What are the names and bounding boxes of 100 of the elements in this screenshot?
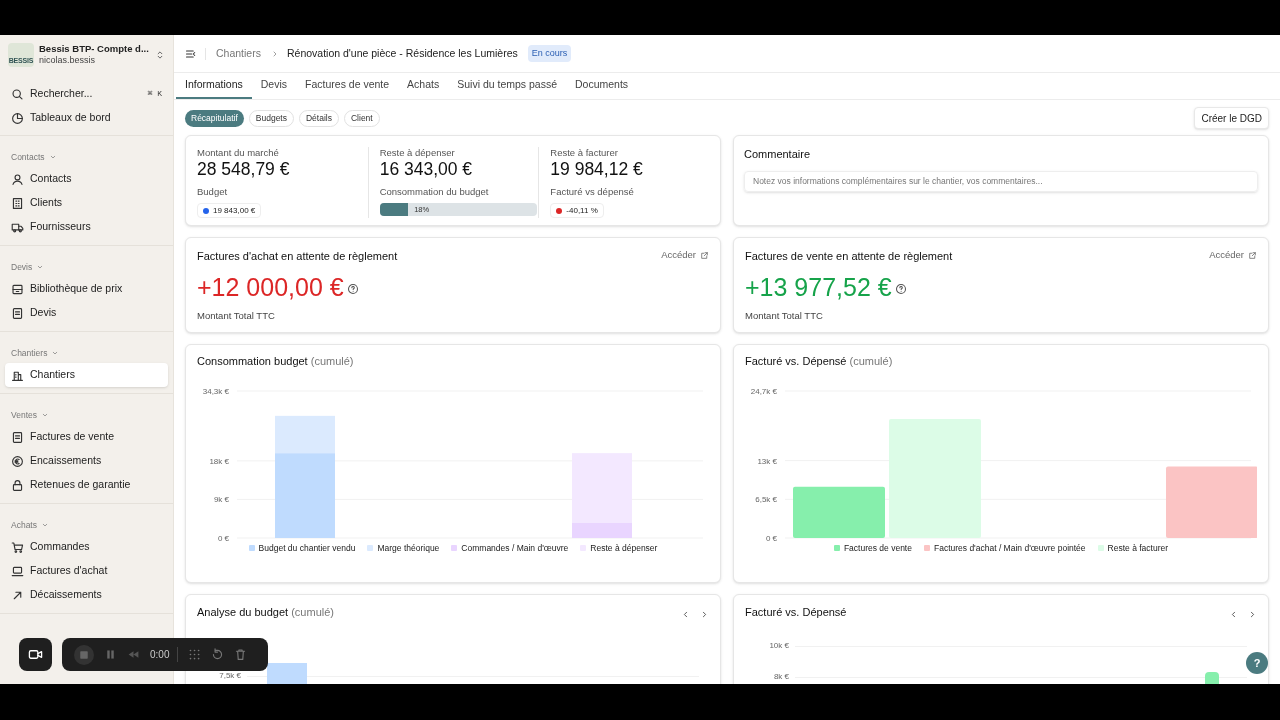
chevron-down-icon xyxy=(41,411,49,419)
sidebar-item[interactable]: Clients xyxy=(5,191,168,215)
section-header[interactable]: Chantiers xyxy=(0,345,173,361)
lock-icon xyxy=(11,478,24,492)
previous-button[interactable] xyxy=(681,610,690,620)
filter-pill[interactable]: Récapitulatif xyxy=(185,109,244,127)
breadcrumb-link[interactable]: Chantiers xyxy=(216,45,261,62)
external-link-icon xyxy=(700,250,709,260)
tab[interactable]: Factures de vente xyxy=(296,73,399,99)
camera-button[interactable] xyxy=(19,638,52,671)
metric-label: Reste à dépenser xyxy=(379,147,456,159)
document-icon xyxy=(11,306,24,320)
sidebar-item[interactable]: Factures de vente xyxy=(5,425,168,449)
workspace-switcher[interactable] xyxy=(155,50,165,60)
previous-button[interactable] xyxy=(1229,610,1238,620)
section-header[interactable]: Devis xyxy=(0,259,173,275)
user-name: nicolas.bessis xyxy=(39,55,97,67)
next-button[interactable] xyxy=(1248,610,1257,620)
access-link[interactable]: Accéder xyxy=(1209,248,1257,263)
comment-field[interactable]: Notez vos informations complémentaires sur le chantier, vos commentaires... xyxy=(744,170,1258,192)
card-title: Commentaire xyxy=(744,147,812,162)
laptop-icon xyxy=(11,564,24,578)
metric-label: Montant du marché xyxy=(197,147,280,159)
axis-label: 6,5k € xyxy=(755,494,777,504)
euro-icon xyxy=(11,454,24,468)
card-title: Facturé vs. Dépensé xyxy=(745,605,847,620)
amount-value: +13 977,52 € xyxy=(745,274,892,300)
chevron-down-icon xyxy=(51,349,60,357)
legend-label: Factures de vente xyxy=(843,541,912,555)
card-title: Factures de vente en attente de règlement xyxy=(745,249,953,264)
axis-label: 0 € xyxy=(217,533,229,543)
shortcut-hint: ⌘ K xyxy=(147,88,162,100)
metric-label: Budget xyxy=(197,184,229,199)
pause-button[interactable] xyxy=(104,648,117,661)
tag-text: -40,11 % xyxy=(566,204,598,217)
axis-label: 7,5k € xyxy=(218,670,241,681)
chevron-left-icon xyxy=(1229,610,1238,620)
video-camera-icon xyxy=(28,647,43,662)
search-icon xyxy=(11,87,24,101)
sidebar-item[interactable]: Décaissements xyxy=(5,583,168,607)
tab[interactable]: Documents xyxy=(566,73,638,99)
document-icon xyxy=(11,430,24,444)
pause-icon xyxy=(104,648,117,661)
axis-label: 8k € xyxy=(772,671,789,682)
filter-pill[interactable]: Budgets xyxy=(248,109,294,127)
chevrons-icon xyxy=(155,50,165,60)
sidebar-item[interactable]: Devis xyxy=(5,301,168,325)
help-icon xyxy=(346,283,359,295)
tab[interactable]: Informations xyxy=(176,73,252,99)
grid-button[interactable] xyxy=(188,648,202,661)
section-header[interactable]: Ventes xyxy=(0,407,173,423)
axis-label: 34,3k € xyxy=(202,386,229,396)
sidebar-item[interactable]: Chantiers xyxy=(5,363,168,387)
person-icon xyxy=(11,172,24,186)
sidebar-item[interactable]: Retenues de garantie xyxy=(5,473,168,497)
card-title: Consommation budget (cumulé) xyxy=(197,354,355,369)
sidebar-item[interactable]: Tableaux de bord xyxy=(0,106,173,130)
chevron-down-icon xyxy=(36,263,45,271)
axis-label: 18k € xyxy=(209,456,229,466)
create-dgd-button[interactable]: Créer le DGD xyxy=(1194,107,1269,129)
chevron-left-icon xyxy=(681,610,690,620)
legend-label: Reste à facturer xyxy=(1107,541,1169,555)
sidebar-item[interactable]: Factures d'achat xyxy=(5,559,168,583)
metric-label: Facturé vs dépensé xyxy=(550,184,635,199)
axis-label: 10k € xyxy=(768,640,789,651)
metric-value: 28 548,79 € xyxy=(197,158,291,181)
help-icon xyxy=(894,283,907,295)
restart-button[interactable] xyxy=(211,648,225,661)
delete-button[interactable] xyxy=(234,648,248,661)
sidebar-item[interactable]: Encaissements xyxy=(5,449,168,473)
tab[interactable]: Suivi du temps passé xyxy=(448,73,566,99)
restart-icon xyxy=(211,648,225,661)
rewind-icon xyxy=(127,648,140,661)
sidebar-item[interactable]: Fournisseurs xyxy=(5,215,168,239)
tab[interactable]: Achats xyxy=(398,73,449,99)
filter-pill[interactable]: Client xyxy=(343,109,380,127)
menu-icon xyxy=(185,47,197,60)
legend-label: Factures d'achat / Main d'œuvre pointée xyxy=(933,541,1086,555)
axis-label: 24,7k € xyxy=(750,386,777,396)
sidebar-toggle-button[interactable] xyxy=(185,47,206,60)
legend-label: Reste à dépenser xyxy=(590,541,658,555)
external-link-icon xyxy=(1248,250,1257,260)
tab[interactable]: Devis xyxy=(251,73,297,99)
chevron-down-icon xyxy=(41,521,49,529)
drawer-icon xyxy=(11,282,24,296)
sidebar-item[interactable]: Bibliothèque de prix xyxy=(5,277,168,301)
section-header[interactable]: Contacts xyxy=(0,149,173,165)
metric-value: 19 984,12 € xyxy=(550,158,644,181)
sidebar-item[interactable]: Commandes xyxy=(5,535,168,559)
search-button[interactable]: Rechercher... ⌘ K xyxy=(0,82,173,106)
section-header[interactable]: Achats xyxy=(0,517,173,533)
rewind-button[interactable] xyxy=(127,648,140,661)
chevron-right-icon xyxy=(700,610,709,620)
sidebar-item[interactable]: Contacts xyxy=(5,167,168,191)
stop-button[interactable] xyxy=(74,644,94,665)
access-link[interactable]: Accéder xyxy=(661,248,709,263)
next-button[interactable] xyxy=(700,610,709,620)
legend-label: Commandes / Main d'œuvre xyxy=(461,541,569,555)
status-tag: En cours xyxy=(527,44,572,63)
filter-pill[interactable]: Détails xyxy=(299,109,339,127)
